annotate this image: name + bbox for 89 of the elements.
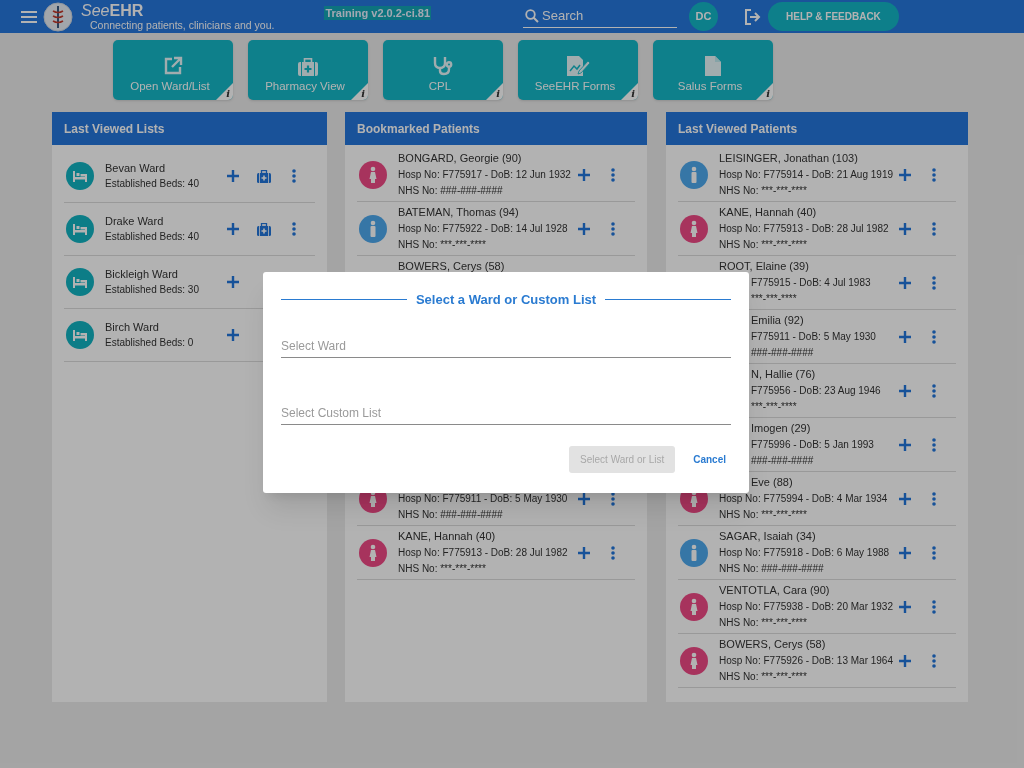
hospital-number: Hosp No: F775994 - DoB: 4 Mar 1934 xyxy=(719,492,889,505)
patient-name: BONGARD, Georgie (90) xyxy=(398,152,523,165)
panel-header: Bookmarked Patients xyxy=(345,112,647,145)
patient-name: N, Hallie (76) xyxy=(750,368,817,381)
logout-button[interactable] xyxy=(744,8,762,25)
menu-button[interactable] xyxy=(21,9,37,24)
nhs-number: NHS No: ***-***-**** xyxy=(719,184,808,197)
search-field[interactable]: Search xyxy=(542,6,672,26)
established-beds: Established Beds: 30 xyxy=(105,284,200,296)
shortcut-tile[interactable]: CPL i xyxy=(383,40,503,100)
patient-name: BOWERS, Cerys (58) xyxy=(719,638,827,651)
ward-name: Drake Ward xyxy=(105,215,165,228)
hospital-number: F775911 - DoB: 5 May 1930 xyxy=(750,330,877,343)
nhs-number: ***-***-**** xyxy=(750,400,798,413)
shortcut-tile[interactable]: Salus Forms i xyxy=(653,40,773,100)
patient-name: VENTOTLA, Cara (90) xyxy=(719,584,831,597)
info-corner[interactable]: i xyxy=(351,83,368,100)
bed-icon xyxy=(66,268,94,296)
add-icon[interactable] xyxy=(578,492,590,505)
caduceus-logo-icon xyxy=(43,1,73,32)
patient-name: KANE, Hannah (40) xyxy=(398,530,497,543)
hospital-number: Hosp No: F775938 - DoB: 20 Mar 1932 xyxy=(719,600,894,613)
patient-name: BOWERS, Cerys (58) xyxy=(398,260,506,273)
ward-select-field[interactable]: Select Ward xyxy=(281,334,731,358)
established-beds: Established Beds: 0 xyxy=(105,337,195,349)
shortcut-tile[interactable]: SeeEHR Forms i xyxy=(518,40,638,100)
hospital-number: F775956 - DoB: 23 Aug 1946 xyxy=(750,384,882,397)
nhs-number: NHS No: ***-***-**** xyxy=(398,562,487,575)
bed-icon xyxy=(66,321,94,349)
hospital-number: Hosp No: F775922 - DoB: 14 Jul 1928 xyxy=(398,222,569,235)
environment-label: Training v2.0.2-ci.81 xyxy=(324,5,431,20)
stethoscope-icon xyxy=(432,55,454,76)
bed-icon xyxy=(66,215,94,243)
ward-name: Bickleigh Ward xyxy=(105,268,179,281)
hospital-number: Hosp No: F775913 - DoB: 28 Jul 1982 xyxy=(719,222,890,235)
bed-icon xyxy=(66,162,94,190)
hospital-number: Hosp No: F775926 - DoB: 13 Mar 1964 xyxy=(719,654,894,667)
nhs-number: NHS No: ***-***-**** xyxy=(719,616,808,629)
patient-name: BATEMAN, Thomas (94) xyxy=(398,206,520,219)
document-icon xyxy=(705,55,721,76)
established-beds: Established Beds: 40 xyxy=(105,231,200,243)
medical-kit-icon[interactable] xyxy=(257,169,271,183)
info-corner[interactable]: i xyxy=(486,83,503,100)
panel-header: Last Viewed Lists xyxy=(52,112,327,145)
ward-list-item[interactable]: Bevan Ward Established Beds: 40 xyxy=(64,150,315,203)
ward-name: Birch Ward xyxy=(105,321,160,334)
more-options-icon[interactable] xyxy=(611,491,615,506)
nhs-number: NHS No: ***-***-**** xyxy=(719,508,808,521)
nhs-number: ###-###-#### xyxy=(750,346,815,359)
patient-name: SAGAR, Isaiah (34) xyxy=(719,530,817,543)
shortcut-tile[interactable]: Open Ward/List i xyxy=(113,40,233,100)
external-link-icon xyxy=(163,55,183,76)
medical-kit-icon xyxy=(298,57,318,76)
nhs-number: NHS No: ***-***-**** xyxy=(719,670,808,683)
patient-name: KANE, Hannah (40) xyxy=(719,206,818,219)
hospital-number: Hosp No: F775913 - DoB: 28 Jul 1982 xyxy=(398,546,569,559)
nhs-number: NHS No: ###-###-#### xyxy=(398,508,504,521)
patient-name: Eve (88) xyxy=(750,476,794,489)
dialog-title: Select a Ward or Custom List xyxy=(415,291,597,309)
patient-name: Emilia (92) xyxy=(750,314,805,327)
app-logo-text: SeeEHR xyxy=(81,2,145,19)
nhs-number: NHS No: ###-###-#### xyxy=(719,562,825,575)
established-beds: Established Beds: 40 xyxy=(105,178,200,190)
search-icon xyxy=(525,9,539,23)
hospital-number: Hosp No: F775911 - DoB: 5 May 1930 xyxy=(398,492,569,505)
nhs-number: ***-***-**** xyxy=(750,292,798,305)
ward-list-item[interactable]: Drake Ward Established Beds: 40 xyxy=(64,203,315,256)
hospital-number: Hosp No: F775914 - DoB: 21 Aug 1919 xyxy=(719,168,894,181)
ward-name: Bevan Ward xyxy=(105,162,167,175)
info-corner[interactable]: i xyxy=(216,83,233,100)
cancel-button[interactable]: Cancel xyxy=(693,451,726,467)
hospital-number: F775996 - DoB: 5 Jan 1993 xyxy=(750,438,875,451)
nhs-number: NHS No: ***-***-**** xyxy=(398,238,487,251)
hospital-number: Hosp No: F775917 - DoB: 12 Jun 1932 xyxy=(398,168,572,181)
app-tagline: Connecting patients, clinicians and you. xyxy=(90,18,275,31)
medical-kit-icon[interactable] xyxy=(257,222,271,236)
nhs-number: NHS No: ###-###-#### xyxy=(398,184,504,197)
info-corner[interactable]: i xyxy=(621,83,638,100)
patient-name: ROOT, Elaine (39) xyxy=(719,260,810,273)
patient-name: LEISINGER, Jonathan (103) xyxy=(719,152,859,165)
form-with-pen-icon xyxy=(566,55,590,76)
hospital-number: Hosp No: F775918 - DoB: 6 May 1988 xyxy=(719,546,891,559)
custom-list-select-field[interactable]: Select Custom List xyxy=(281,401,731,425)
patient-name: Imogen (29) xyxy=(750,422,812,435)
nhs-number: NHS No: ***-***-**** xyxy=(719,238,808,251)
info-corner[interactable]: i xyxy=(756,83,773,100)
panel-header: Last Viewed Patients xyxy=(666,112,968,145)
shortcut-tile[interactable]: Pharmacy View i xyxy=(248,40,368,100)
hospital-number: F775915 - DoB: 4 Jul 1983 xyxy=(750,276,872,289)
